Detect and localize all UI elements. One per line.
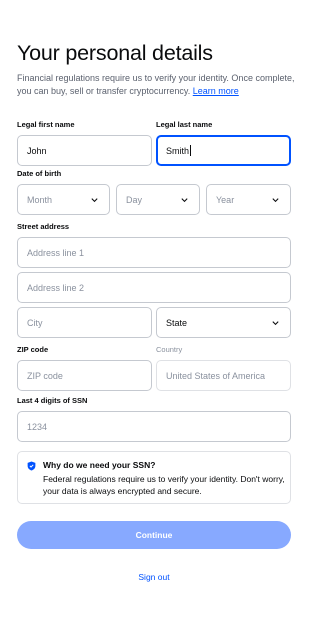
zip-placeholder: ZIP code	[27, 370, 63, 381]
ssn-label: Last 4 digits of SSN	[17, 396, 88, 405]
dob-year-select[interactable]: Year	[206, 184, 291, 215]
city-placeholder: City	[27, 317, 43, 328]
chevron-down-icon	[91, 197, 98, 202]
last-name-value: Smith	[166, 145, 190, 156]
dob-month-value: Month	[27, 194, 53, 205]
address-line2-input[interactable]: Address line 2	[17, 272, 291, 303]
info-body: Federal regulations require us to verify…	[43, 474, 285, 496]
last-name-input[interactable]: Smith	[156, 135, 291, 166]
country-field: United States of America	[156, 360, 291, 391]
address-line1-placeholder: Address line 1	[27, 247, 85, 258]
shield-icon	[27, 461, 36, 471]
dob-label: Date of birth	[17, 169, 62, 178]
chevron-down-icon	[272, 320, 279, 325]
first-name-label: Legal first name	[17, 120, 75, 129]
zip-label: ZIP code	[17, 345, 49, 354]
continue-button[interactable]: Continue	[17, 521, 291, 549]
text-cursor	[190, 145, 192, 156]
country-value: United States of America	[166, 370, 266, 381]
ssn-input[interactable]: 1234	[17, 411, 291, 442]
chevron-down-icon	[181, 197, 188, 202]
info-heading: Why do we need your SSN?	[43, 460, 156, 470]
address-line2-placeholder: Address line 2	[27, 282, 85, 293]
street-address-label: Street address	[17, 222, 70, 231]
state-value: State	[166, 317, 188, 328]
address-line1-input[interactable]: Address line 1	[17, 237, 291, 268]
first-name-input[interactable]: John	[17, 135, 152, 166]
country-label: Country	[156, 345, 183, 354]
ssn-placeholder: 1234	[27, 421, 48, 432]
city-input[interactable]: City	[17, 307, 152, 338]
dob-year-value: Year	[216, 194, 235, 205]
state-select[interactable]: State	[156, 307, 291, 338]
last-name-label: Legal last name	[156, 120, 213, 129]
zip-input[interactable]: ZIP code	[17, 360, 152, 391]
page-subtitle: Financial regulations require us to veri…	[17, 72, 295, 98]
subtitle-text: Financial regulations require us to veri…	[17, 73, 295, 96]
dob-month-select[interactable]: Month	[17, 184, 110, 215]
page-title: Your personal details	[17, 41, 213, 65]
first-name-value: John	[27, 145, 47, 156]
chevron-down-icon	[272, 197, 279, 202]
learn-more-link[interactable]: Learn more	[193, 86, 239, 96]
dob-day-select[interactable]: Day	[116, 184, 200, 215]
dob-day-value: Day	[126, 194, 143, 205]
sign-out-link[interactable]: Sign out	[0, 572, 308, 582]
ssn-info-box: Why do we need your SSN? Federal regulat…	[17, 451, 291, 504]
